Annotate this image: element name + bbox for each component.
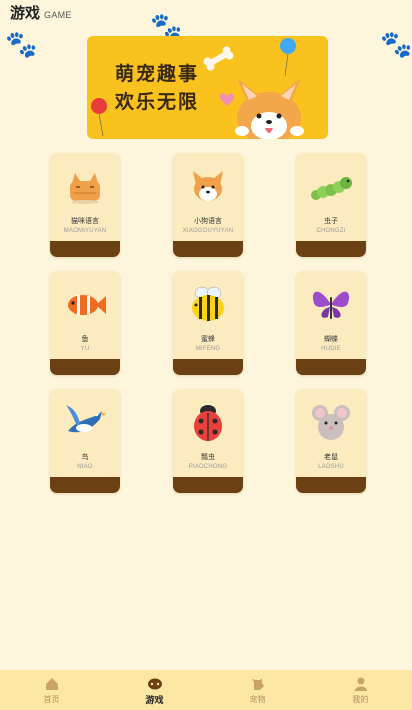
page-title: 游戏 bbox=[10, 4, 41, 22]
card-pinyin: PIAOCHONG bbox=[188, 464, 228, 470]
card-footer bbox=[50, 241, 120, 257]
bottom-tab-bar: 首页 游戏 宠物 我的 bbox=[0, 670, 412, 710]
card-name: 老鼠 bbox=[324, 453, 338, 461]
card-footer bbox=[296, 359, 366, 375]
card-name: 蝴蝶 bbox=[324, 335, 338, 343]
card-name: 鸟 bbox=[81, 453, 89, 461]
animal-card-cat[interactable]: 猫咪语言 MAOMIYUYAN bbox=[50, 153, 120, 257]
card-footer bbox=[50, 477, 120, 493]
card-name: 瓢虫 bbox=[201, 453, 215, 461]
animal-card-mouse[interactable]: 老鼠 LAOSHU bbox=[296, 389, 366, 493]
banner-title-line2: 欢乐无限 bbox=[115, 91, 200, 113]
animal-card-fish[interactable]: 鱼 YU bbox=[50, 271, 120, 375]
card-pinyin: HUDIE bbox=[321, 346, 341, 352]
tab-label: 我的 bbox=[352, 694, 369, 704]
caterpillar-icon bbox=[311, 177, 352, 200]
animal-card-ladybug[interactable]: 瓢虫 PIAOCHONG bbox=[173, 389, 243, 493]
card-pinyin: NIAO bbox=[77, 464, 93, 470]
card-footer bbox=[296, 241, 366, 257]
promo-banner[interactable]: 萌宠趣事 欢乐无限 bbox=[87, 36, 328, 139]
bird-icon bbox=[66, 405, 106, 433]
card-name: 猫咪语言 bbox=[71, 217, 99, 225]
paw-print-icon: 🐾 bbox=[380, 30, 412, 60]
card-name: 蜜蜂 bbox=[201, 335, 215, 343]
card-footer bbox=[296, 477, 366, 493]
paw-print-icon: 🐾 bbox=[5, 30, 38, 60]
card-footer bbox=[173, 359, 243, 375]
butterfly-icon bbox=[312, 291, 350, 319]
mouse-icon bbox=[312, 405, 350, 440]
banner-title-line1: 萌宠趣事 bbox=[115, 63, 200, 85]
dog-icon bbox=[193, 171, 223, 201]
tab-label: 游戏 bbox=[145, 695, 164, 706]
ladybug-icon bbox=[194, 405, 222, 441]
card-pinyin: CHONGZI bbox=[316, 228, 346, 234]
pet-icon bbox=[251, 677, 264, 690]
animal-card-butterfly[interactable]: 蝴蝶 HUDIE bbox=[296, 271, 366, 375]
card-name: 鱼 bbox=[81, 335, 89, 343]
card-footer bbox=[50, 359, 120, 375]
tab-label: 首页 bbox=[43, 694, 60, 704]
animal-card-caterpillar[interactable]: 虫子 CHONGZI bbox=[296, 153, 366, 257]
page-header: 游戏 GAME bbox=[10, 2, 72, 24]
card-pinyin: MAOMIYUYAN bbox=[63, 228, 107, 234]
fish-icon bbox=[68, 295, 106, 315]
animal-card-bird[interactable]: 鸟 NIAO bbox=[50, 389, 120, 493]
tab-game[interactable]: 游戏 bbox=[115, 675, 195, 706]
cat-icon bbox=[70, 173, 100, 204]
card-name: 虫子 bbox=[324, 217, 338, 225]
bee-icon bbox=[192, 286, 224, 321]
card-pinyin: YU bbox=[80, 346, 90, 352]
card-pinyin: LAOSHU bbox=[318, 464, 344, 470]
animal-card-dog[interactable]: 小狗语言 XIAOGOUYUYAN bbox=[173, 153, 243, 257]
game-icon bbox=[147, 678, 162, 689]
tab-pet[interactable]: 宠物 bbox=[218, 676, 298, 705]
home-icon bbox=[45, 677, 58, 690]
page-subtitle: GAME bbox=[44, 10, 72, 20]
animal-card-bee[interactable]: 蜜蜂 MIFENG bbox=[173, 271, 243, 375]
tab-profile[interactable]: 我的 bbox=[321, 676, 401, 705]
card-name: 小狗语言 bbox=[194, 217, 222, 225]
profile-icon bbox=[354, 677, 367, 691]
card-footer bbox=[173, 241, 243, 257]
card-footer bbox=[173, 477, 243, 493]
tab-label: 宠物 bbox=[249, 694, 266, 704]
card-pinyin: MIFENG bbox=[195, 346, 221, 352]
tab-home[interactable]: 首页 bbox=[12, 676, 92, 705]
card-pinyin: XIAOGOUYUYAN bbox=[182, 228, 234, 234]
